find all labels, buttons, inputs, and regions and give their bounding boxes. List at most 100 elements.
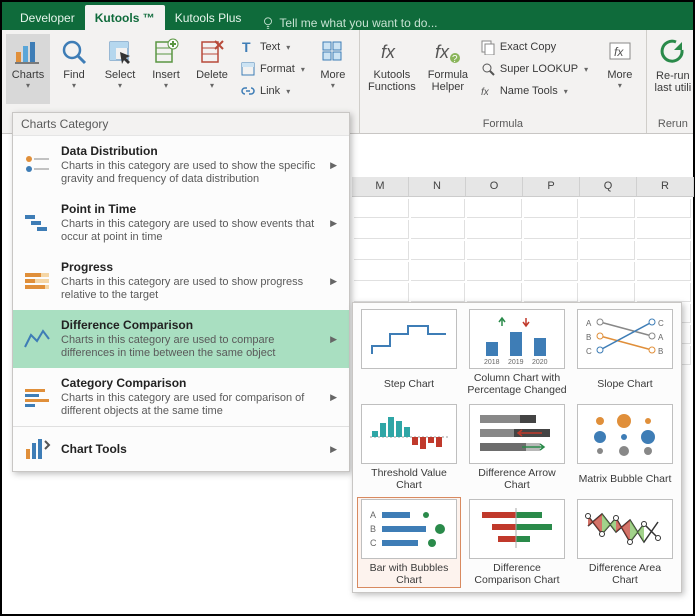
fx-icon: fx [376,36,408,68]
matrix-bubble-icon [577,404,673,464]
gallery-label: Slope Chart [597,372,652,396]
svg-text:fx: fx [435,42,450,62]
name-tools-label: Name Tools [500,85,558,97]
gallery-label: Difference Comparison Chart [467,562,567,586]
dd-title-4: Category Comparison [61,376,318,390]
dd-desc-4: Charts in this category are used for com… [61,392,318,418]
dd-difference-comparison[interactable]: Difference Comparison Charts in this cate… [13,310,349,368]
col-header[interactable]: M [352,177,409,196]
tab-developer[interactable]: Developer [10,5,85,30]
difference-comparison-icon [23,325,51,353]
formula-helper-button[interactable]: fx? Formula Helper [422,34,474,104]
dd-desc-3: Charts in this category are used to comp… [61,334,318,360]
difference-arrow-icon [469,404,565,464]
find-icon [58,36,90,68]
gallery-column-percentage[interactable]: 201820192020 Column Chart with Percentag… [465,307,569,398]
format-label: Format [260,63,295,75]
col-header[interactable]: R [637,177,694,196]
gallery-threshold-value[interactable]: Threshold Value Chart [357,402,461,493]
find-label: Find [63,69,84,81]
formula-helper-icon: fx? [432,36,464,68]
dd-desc-1: Charts in this category are used to show… [61,218,318,244]
slope-chart-icon: ABCCAB [577,309,673,369]
format-icon [240,61,256,77]
diff-area-icon [577,499,673,559]
dd-point-in-time[interactable]: Point in TimeCharts in this category are… [13,194,349,252]
tell-me-placeholder: Tell me what you want to do... [279,16,437,30]
text-label: Text [260,41,280,53]
more-button[interactable]: More [311,34,355,104]
column-headers: M N O P Q R [352,177,694,197]
formula-group-label: Formula [364,118,642,131]
select-button[interactable]: Select [98,34,142,104]
dd-chart-tools[interactable]: Chart Tools ▶ [13,427,349,471]
svg-text:B: B [370,524,376,534]
more2-button[interactable]: fx More [598,34,642,104]
rerun-button[interactable]: Re-run last utili [651,32,695,94]
charts-button[interactable]: Charts [6,34,50,104]
insert-icon [150,36,182,68]
dd-title-0: Data Distribution [61,144,318,158]
col-header[interactable]: O [466,177,523,196]
super-lookup-icon [480,61,496,77]
exact-copy-label: Exact Copy [500,41,556,53]
gallery-label: Difference Arrow Chart [467,467,567,491]
col-header[interactable]: N [409,177,466,196]
charts-icon [12,36,44,68]
dd-title-5: Chart Tools [61,442,318,456]
more2-icon: fx [604,36,636,68]
point-in-time-icon [23,209,51,237]
link-icon [240,83,256,99]
chevron-right-icon: ▶ [328,218,339,229]
insert-button[interactable]: Insert [144,34,188,104]
dd-progress[interactable]: ProgressCharts in this category are used… [13,252,349,310]
name-tools-button[interactable]: fx Name Tools [480,80,592,102]
gallery-difference-comparison-chart[interactable]: Difference Comparison Chart [465,497,569,588]
gallery-label: Bar with Bubbles Chart [359,562,459,586]
rerun-icon [658,36,688,69]
link-button[interactable]: Link [240,80,305,102]
dd-title-2: Progress [61,260,318,274]
chevron-right-icon: ▶ [328,392,339,403]
tab-kutools[interactable]: Kutools ™ [85,5,165,30]
svg-text:T: T [242,39,251,55]
gallery-label: Step Chart [384,372,434,396]
svg-text:A: A [586,319,592,328]
svg-text:B: B [586,333,591,342]
dd-category-comparison[interactable]: Category Comparison Charts in this catego… [13,368,349,426]
exact-copy-button[interactable]: Exact Copy [480,36,592,58]
progress-icon [23,267,51,295]
dd-data-distribution[interactable]: Data DistributionCharts in this category… [13,136,349,194]
delete-button[interactable]: Delete [190,34,234,104]
gallery-bar-with-bubbles[interactable]: ABC Bar with Bubbles Chart [357,497,461,588]
svg-text:2019: 2019 [508,359,524,366]
gallery-difference-arrow[interactable]: Difference Arrow Chart [465,402,569,493]
text-button[interactable]: T Text [240,36,305,58]
gallery-matrix-bubble[interactable]: Matrix Bubble Chart [573,402,677,493]
gallery-difference-area[interactable]: Difference Area Chart [573,497,677,588]
ribbon-tabs: Developer Kutools ™ Kutools Plus Tell me… [2,2,693,30]
formula-helper-label: Formula Helper [428,69,468,93]
find-button[interactable]: Find [52,34,96,104]
kutools-functions-button[interactable]: fx Kutools Functions [364,34,420,104]
svg-text:C: C [370,538,377,548]
tell-me-search[interactable]: Tell me what you want to do... [251,16,447,30]
gallery-label: Threshold Value Chart [359,467,459,491]
col-header[interactable]: Q [580,177,637,196]
delete-label: Delete [196,69,228,81]
gallery-label: Column Chart with Percentage Changed [467,372,567,396]
svg-text:2020: 2020 [532,359,548,366]
dd-title-3: Difference Comparison [61,318,318,332]
lightbulb-icon [261,16,275,30]
dropdown-title: Charts Category [13,113,349,136]
svg-text:fx: fx [381,42,396,62]
chevron-right-icon: ▶ [328,334,339,345]
gallery-slope-chart[interactable]: ABCCAB Slope Chart [573,307,677,398]
col-header[interactable]: P [523,177,580,196]
svg-text:C: C [586,347,592,356]
rerun-group-label: Rerun [651,118,695,131]
super-lookup-button[interactable]: Super LOOKUP [480,58,592,80]
format-button[interactable]: Format [240,58,305,80]
tab-kutools-plus[interactable]: Kutools Plus [165,5,252,30]
gallery-step-chart[interactable]: Step Chart [357,307,461,398]
